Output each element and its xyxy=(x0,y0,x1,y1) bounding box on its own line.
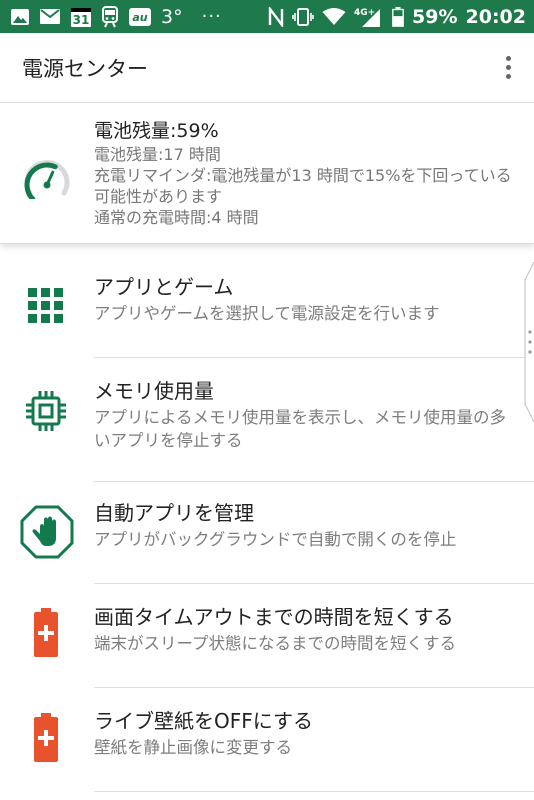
au-notification-icon: au xyxy=(128,7,152,27)
vibrate-icon xyxy=(292,7,314,27)
divider xyxy=(94,583,534,584)
battery-status-icon xyxy=(392,6,404,27)
app-bar: 電源センター xyxy=(0,33,534,103)
mail-notification-icon xyxy=(39,8,61,25)
battery-gauge-icon xyxy=(22,155,72,203)
list-item-title: アプリとゲーム xyxy=(94,275,234,299)
list-item-title: メモリ使用量 xyxy=(94,379,214,403)
list-item-subtitle: アプリやゲームを選択して電源設定を行います xyxy=(94,304,440,323)
list-item-screen-timeout[interactable]: 画面タイムアウトまでの時間を短くする 端末がスリープ状態になるまでの時間を短くす… xyxy=(0,604,534,655)
battery-remaining-text: 電池残量:17 時間 xyxy=(94,145,221,164)
list-item-subtitle: アプリによるメモリ使用量を表示し、メモリ使用量の多いアプリを停止する xyxy=(94,408,507,450)
gallery-notification-icon xyxy=(10,8,30,26)
divider xyxy=(94,357,534,358)
charge-time-text: 通常の充電時間:4 時間 xyxy=(94,208,259,227)
calendar-day: 31 xyxy=(73,13,90,27)
more-notifications-icon: ··· xyxy=(201,6,222,27)
charge-reminder-text: 充電リマインダ:電池残量が13 時間で15%を下回っている可能性があります xyxy=(94,166,512,206)
train-notification-icon xyxy=(101,5,119,28)
list-item-subtitle: アプリがバックグラウンドで自動で開くのを停止 xyxy=(94,530,457,549)
divider xyxy=(94,481,534,482)
battery-summary-card[interactable]: 電池残量:59% 電池残量:17 時間 充電リマインダ:電池残量が13 時間で1… xyxy=(0,104,534,244)
divider xyxy=(94,791,534,792)
battery-level-title: 電池残量:59% xyxy=(94,120,219,142)
page-title: 電源センター xyxy=(22,56,148,81)
clock-text: 20:02 xyxy=(465,5,526,28)
list-item-title: 自動アプリを管理 xyxy=(94,501,254,525)
edge-panel-handle[interactable] xyxy=(522,261,534,426)
calendar-notification-icon: 31 xyxy=(70,6,92,28)
cellular-signal-icon: 4G+ xyxy=(354,6,384,28)
list-item-live-wallpaper[interactable]: ライブ壁紙をOFFにする 壁紙を静止画像に変更する xyxy=(0,708,534,759)
au-label: au xyxy=(132,11,147,24)
list-item-apps-games[interactable]: アプリとゲーム アプリやゲームを選択して電源設定を行います xyxy=(0,274,534,325)
nfc-icon xyxy=(268,6,284,27)
list-item-memory-usage[interactable]: メモリ使用量 アプリによるメモリ使用量を表示し、メモリ使用量の多いアプリを停止す… xyxy=(0,378,534,452)
status-bar: 31 au 3° ··· 4G+ 59% 20:02 xyxy=(0,0,534,33)
network-type: 4G+ xyxy=(354,8,375,18)
temperature-text: 3° xyxy=(161,5,183,28)
list-item-auto-apps[interactable]: 自動アプリを管理 アプリがバックグラウンドで自動で開くのを停止 xyxy=(0,500,534,551)
divider xyxy=(94,687,534,688)
overflow-menu-icon[interactable] xyxy=(496,53,520,83)
list-item-subtitle: 壁紙を静止画像に変更する xyxy=(94,738,292,757)
list-item-title: 画面タイムアウトまでの時間を短くする xyxy=(94,605,454,629)
battery-percent-text: 59% xyxy=(412,5,458,28)
wifi-icon xyxy=(322,7,346,26)
list-item-subtitle: 端末がスリープ状態になるまでの時間を短くする xyxy=(94,634,457,653)
list-item-title: ライブ壁紙をOFFにする xyxy=(94,709,313,733)
